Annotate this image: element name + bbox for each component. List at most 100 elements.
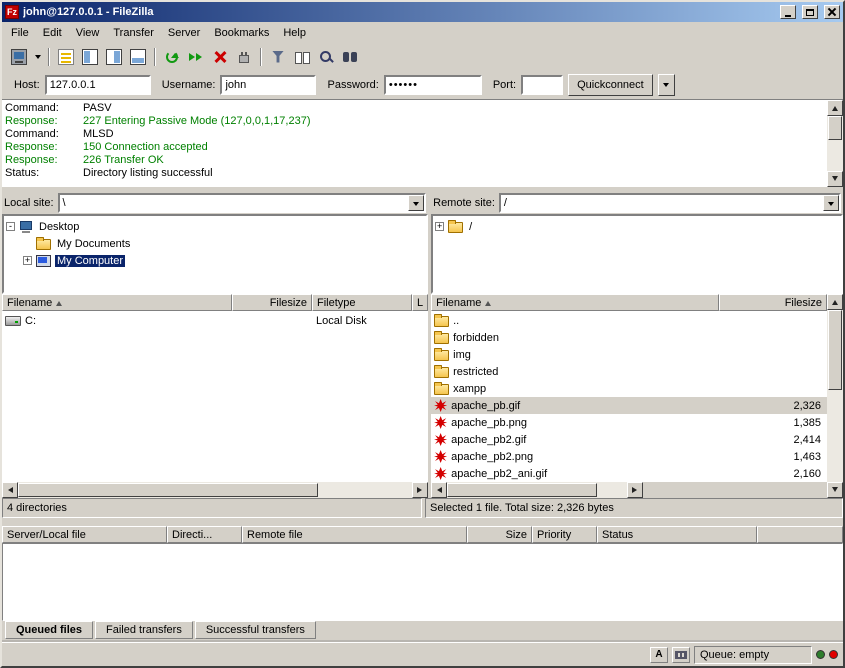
arrow-right-icon — [417, 487, 425, 493]
scroll-thumb[interactable] — [447, 483, 597, 497]
combo-dropdown-button[interactable] — [408, 195, 424, 211]
synchronized-browsing-button[interactable] — [338, 46, 362, 68]
username-input[interactable] — [220, 75, 316, 95]
scroll-track[interactable] — [827, 310, 843, 482]
open-folder-icon — [448, 222, 463, 233]
cancel-button[interactable] — [208, 46, 232, 68]
column-header-filetype[interactable]: Filetype — [312, 294, 412, 311]
refresh-button[interactable] — [160, 46, 184, 68]
scroll-track[interactable] — [18, 482, 412, 498]
window-title: john@127.0.0.1 - FileZilla — [23, 6, 774, 18]
column-header-server-local-file[interactable]: Server/Local file — [2, 526, 167, 543]
tree-item-my-computer[interactable]: + My Computer — [6, 252, 424, 269]
remote-file-row[interactable]: img — [431, 346, 827, 363]
remote-horizontal-scrollbar[interactable] — [431, 482, 643, 498]
site-manager-dropdown[interactable] — [31, 46, 44, 68]
find-button[interactable] — [314, 46, 338, 68]
local-horizontal-scrollbar[interactable] — [2, 482, 428, 498]
column-header-size[interactable]: Size — [467, 526, 532, 543]
disconnect-icon — [239, 55, 249, 63]
log-scrollbar[interactable] — [827, 100, 843, 187]
remote-file-row[interactable]: forbidden — [431, 329, 827, 346]
local-site-combo[interactable]: \ — [58, 193, 427, 213]
scroll-left-button[interactable] — [431, 482, 447, 498]
scroll-track[interactable] — [827, 116, 843, 171]
arrow-left-icon — [434, 487, 442, 493]
scroll-track[interactable] — [447, 482, 627, 498]
host-input[interactable] — [45, 75, 151, 95]
quickconnect-dropdown[interactable] — [658, 74, 675, 96]
close-button[interactable] — [824, 5, 840, 19]
scroll-thumb[interactable] — [828, 116, 842, 140]
remote-file-row[interactable]: apache_pb.png 1,385 — [431, 414, 827, 431]
ascii-data-type-icon[interactable]: A — [650, 647, 668, 663]
remote-file-row[interactable]: apache_pb2.gif 2,414 — [431, 431, 827, 448]
remote-site-combo[interactable]: / — [499, 193, 841, 213]
transfer-queue-list[interactable] — [2, 543, 843, 621]
scroll-down-button[interactable] — [827, 171, 843, 187]
toggle-queue-button[interactable] — [126, 46, 150, 68]
keyboard-icon[interactable] — [672, 647, 690, 663]
column-header-last-modified[interactable]: L — [412, 294, 428, 311]
process-queue-button[interactable] — [184, 46, 208, 68]
image-file-icon — [434, 416, 447, 429]
tree-item-root[interactable]: + / — [435, 218, 839, 235]
menu-server[interactable]: Server — [161, 24, 207, 42]
combo-dropdown-button[interactable] — [823, 195, 839, 211]
queue-splitter[interactable] — [2, 518, 843, 526]
tree-item-desktop[interactable]: - Desktop — [6, 218, 424, 235]
remote-scroll-row — [431, 482, 827, 498]
column-header-filename[interactable]: Filename — [2, 294, 232, 311]
scroll-up-button[interactable] — [827, 294, 843, 310]
toggle-remote-pane-button[interactable] — [102, 46, 126, 68]
compare-button[interactable] — [290, 46, 314, 68]
collapse-icon[interactable]: - — [6, 222, 15, 231]
scroll-thumb[interactable] — [18, 483, 318, 497]
quickconnect-button[interactable]: Quickconnect — [568, 74, 653, 96]
column-header-direction[interactable]: Directi... — [167, 526, 242, 543]
site-manager-button[interactable] — [7, 46, 31, 68]
scroll-up-button[interactable] — [827, 100, 843, 116]
tab-queued-files[interactable]: Queued files — [5, 621, 93, 639]
column-header-filename[interactable]: Filename — [431, 294, 719, 311]
remote-file-row[interactable]: apache_pb2_ani.gif 2,160 — [431, 465, 827, 482]
toggle-message-log-button[interactable] — [54, 46, 78, 68]
scroll-right-button[interactable] — [627, 482, 643, 498]
minimize-button[interactable] — [780, 5, 796, 19]
menu-help[interactable]: Help — [276, 24, 313, 42]
menu-view[interactable]: View — [69, 24, 107, 42]
menu-bookmarks[interactable]: Bookmarks — [207, 24, 276, 42]
column-header-status[interactable]: Status — [597, 526, 757, 543]
password-input[interactable] — [384, 75, 482, 95]
scroll-down-button[interactable] — [827, 482, 843, 498]
expand-icon[interactable]: + — [435, 222, 444, 231]
column-header-priority[interactable]: Priority — [532, 526, 597, 543]
tab-failed-transfers[interactable]: Failed transfers — [95, 621, 193, 639]
remote-file-row-selected[interactable]: apache_pb.gif 2,326 — [431, 397, 827, 414]
tab-successful-transfers[interactable]: Successful transfers — [195, 621, 316, 639]
filter-button[interactable] — [266, 46, 290, 68]
local-file-row[interactable]: C: Local Disk — [2, 312, 428, 329]
column-header-filesize[interactable]: Filesize — [719, 294, 827, 311]
scroll-thumb[interactable] — [828, 310, 842, 390]
remote-file-row[interactable]: .. — [431, 312, 827, 329]
remote-file-row[interactable]: apache_pb2.png 1,463 — [431, 448, 827, 465]
menu-transfer[interactable]: Transfer — [106, 24, 161, 42]
menu-edit[interactable]: Edit — [36, 24, 69, 42]
remote-file-row[interactable]: restricted — [431, 363, 827, 380]
column-header-filesize[interactable]: Filesize — [232, 294, 312, 311]
port-input[interactable] — [521, 75, 563, 95]
tree-item-my-documents[interactable]: My Documents — [6, 235, 424, 252]
scroll-left-button[interactable] — [2, 482, 18, 498]
remote-site-label: Remote site: — [433, 197, 495, 209]
toggle-local-pane-button[interactable] — [78, 46, 102, 68]
disconnect-button[interactable] — [232, 46, 256, 68]
menu-file[interactable]: File — [4, 24, 36, 42]
expand-icon[interactable]: + — [23, 256, 32, 265]
remote-file-row[interactable]: xampp — [431, 380, 827, 397]
scroll-right-button[interactable] — [412, 482, 428, 498]
app-logo-icon: Fz — [5, 5, 19, 19]
maximize-button[interactable] — [802, 5, 818, 19]
column-header-remote-file[interactable]: Remote file — [242, 526, 467, 543]
remote-vertical-scrollbar[interactable] — [827, 294, 843, 498]
